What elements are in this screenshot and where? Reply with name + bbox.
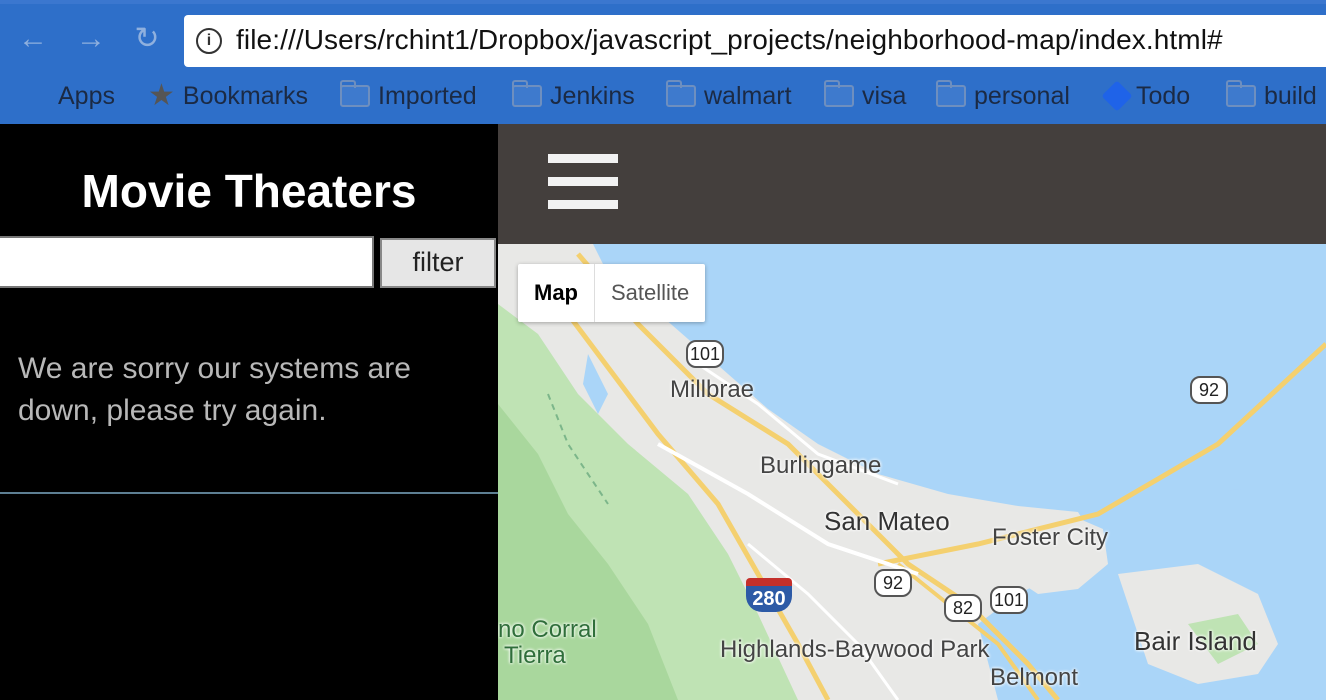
- bookmark-label: walmart: [704, 81, 792, 110]
- bookmark-bookmarks[interactable]: ★ Bookmarks: [148, 78, 308, 114]
- bookmark-label: Apps: [58, 81, 115, 110]
- info-icon[interactable]: i: [196, 28, 222, 54]
- place-label: Highlands-Baywood Park: [720, 636, 990, 663]
- apps-grid-icon: [24, 83, 50, 109]
- place-label: Bair Island: [1134, 626, 1257, 656]
- bookmark-label: Todo: [1136, 81, 1191, 110]
- todo-diamond-icon: [1101, 80, 1133, 112]
- sidebar: Movie Theaters filter We are sorry our s…: [0, 124, 498, 700]
- place-label: Burlingame: [760, 452, 882, 479]
- bookmark-label: Jenkins: [550, 81, 635, 110]
- folder-icon: [1226, 80, 1256, 107]
- place-label: Millbrae: [670, 376, 755, 403]
- star-icon: ★: [148, 79, 175, 112]
- folder-icon: [666, 80, 696, 107]
- bookmarks-bar: Apps ★ Bookmarks Imported Jenkins walmar…: [0, 78, 1326, 114]
- map[interactable]: Map Satellite Millbrae Burlingame San Ma…: [498, 244, 1326, 700]
- browser-chrome: ← → ↻ i file:///Users/rchint1/Dropbox/ja…: [0, 0, 1326, 124]
- bookmark-label: visa: [862, 81, 907, 110]
- bookmark-visa[interactable]: visa: [824, 78, 906, 114]
- bookmark-todo[interactable]: Todo: [1101, 78, 1191, 114]
- bookmark-label: Bookmarks: [182, 81, 308, 110]
- folder-icon: [512, 80, 542, 107]
- hamburger-menu-icon[interactable]: [548, 154, 618, 210]
- filter-input[interactable]: [0, 236, 374, 288]
- route-shield: 82: [944, 594, 982, 622]
- bookmark-jenkins[interactable]: Jenkins: [512, 78, 635, 114]
- bookmark-build[interactable]: build: [1226, 78, 1317, 114]
- folder-icon: [936, 80, 966, 107]
- bookmark-label: Imported: [378, 81, 477, 110]
- error-message: We are sorry our systems are down, pleas…: [18, 352, 411, 427]
- place-label: no Corral: [498, 616, 597, 643]
- place-label: Tierra: [504, 642, 566, 669]
- bookmark-personal[interactable]: personal: [936, 78, 1070, 114]
- folder-icon: [824, 80, 854, 107]
- divider: [0, 492, 498, 494]
- filter-button[interactable]: filter: [380, 238, 496, 288]
- folder-icon: [340, 80, 370, 107]
- address-bar[interactable]: i file:///Users/rchint1/Dropbox/javascri…: [184, 15, 1326, 67]
- page-title: Movie Theaters: [81, 165, 417, 217]
- bookmark-walmart[interactable]: walmart: [666, 78, 792, 114]
- route-shield: 101: [686, 340, 724, 368]
- address-url[interactable]: file:///Users/rchint1/Dropbox/javascript…: [236, 24, 1223, 56]
- bookmark-label: personal: [974, 81, 1070, 110]
- route-shield: 92: [874, 569, 912, 597]
- route-shield: 92: [1190, 376, 1228, 404]
- map-type-map-button[interactable]: Map: [518, 264, 595, 322]
- forward-icon[interactable]: →: [74, 22, 108, 56]
- map-type-control: Map Satellite: [518, 264, 706, 322]
- place-label: Foster City: [992, 524, 1109, 551]
- tab-strip: [0, 0, 1326, 4]
- interstate-shield: 280: [746, 578, 792, 612]
- map-header: [498, 124, 1326, 244]
- place-label: San Mateo: [824, 506, 950, 536]
- bookmark-apps[interactable]: Apps: [24, 78, 115, 114]
- bookmark-imported[interactable]: Imported: [340, 78, 477, 114]
- reload-icon[interactable]: ↻: [130, 22, 164, 56]
- map-type-satellite-button[interactable]: Satellite: [595, 264, 705, 322]
- route-shield: 101: [990, 586, 1028, 614]
- back-icon[interactable]: ←: [16, 22, 50, 56]
- place-label: Belmont: [990, 664, 1079, 691]
- bookmark-label: build: [1264, 81, 1317, 110]
